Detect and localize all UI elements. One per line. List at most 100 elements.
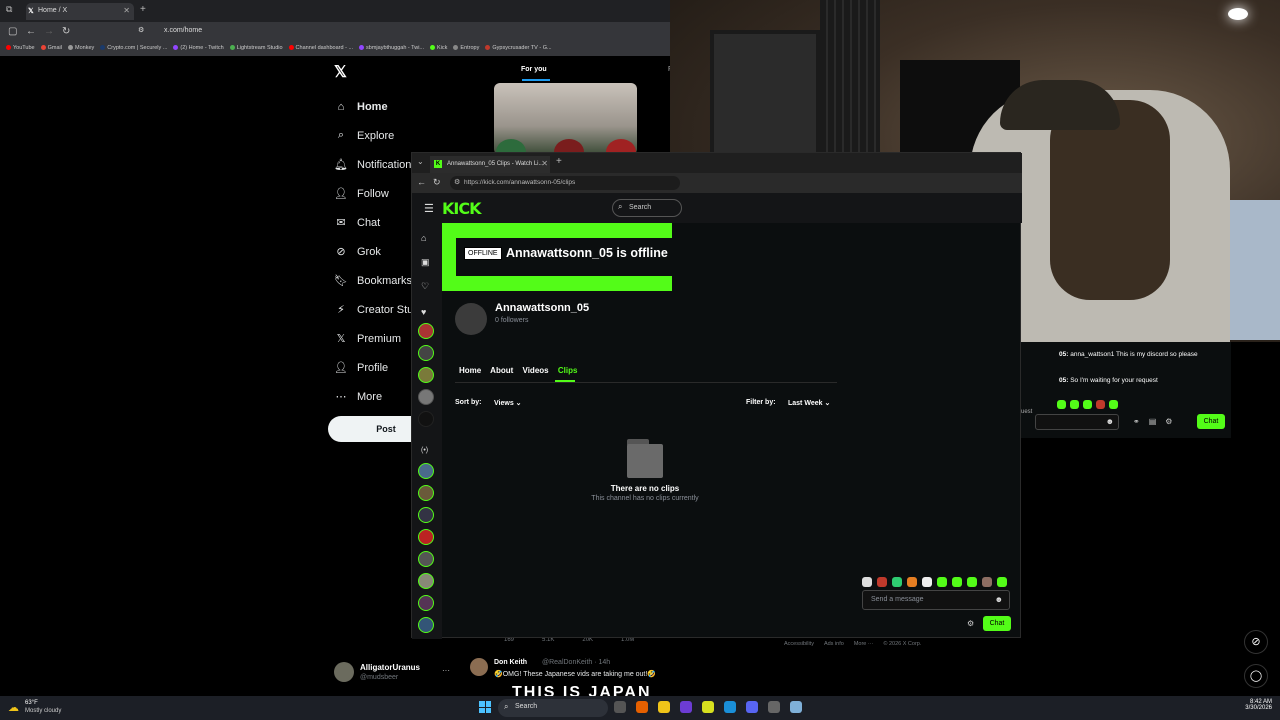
bookmark-item[interactable]: Lightstream Studio bbox=[229, 45, 283, 51]
nav-item-explore[interactable]: ⌕ Explore bbox=[334, 121, 428, 150]
weather-icon[interactable]: ☁ bbox=[8, 701, 19, 714]
nav-item-home[interactable]: ⌂ Home bbox=[334, 92, 428, 121]
browser-tab-x-home[interactable]: 𝕏 Home / X ✕ bbox=[26, 3, 134, 20]
settings-icon[interactable]: ⚙ bbox=[1165, 417, 1172, 426]
recommended-channel-avatar[interactable] bbox=[418, 507, 434, 523]
emote-icon[interactable] bbox=[982, 577, 992, 587]
chat-message-input[interactable]: Send a message ☻ bbox=[862, 590, 1010, 610]
followed-channel-avatar[interactable] bbox=[418, 411, 434, 427]
kick-address-bar[interactable]: ⚙ https://kick.com/annawattsonn-05/clips bbox=[450, 176, 680, 190]
tab-about[interactable]: About bbox=[490, 366, 513, 375]
tab-clips[interactable]: Clips bbox=[558, 366, 578, 375]
bookmark-item[interactable]: Crypto.com | Securely ... bbox=[100, 45, 167, 51]
tweet-media-image[interactable] bbox=[494, 83, 637, 155]
emote-icon[interactable] bbox=[1057, 400, 1066, 409]
site-info-icon[interactable]: ⚙ bbox=[138, 26, 144, 34]
chat-send-button[interactable]: Chat bbox=[983, 616, 1011, 631]
forward-icon[interactable]: → bbox=[44, 26, 54, 37]
bookmark-item[interactable]: Gmail bbox=[40, 45, 62, 51]
reload-icon[interactable]: ↻ bbox=[433, 177, 441, 188]
store-icon[interactable]: ▤ bbox=[1149, 417, 1157, 426]
tab-videos[interactable]: Videos bbox=[523, 366, 549, 375]
bookmark-item[interactable]: Channel dashboard - ... bbox=[288, 45, 353, 51]
x-logo-icon[interactable]: 𝕏 bbox=[334, 62, 347, 82]
close-tab-icon[interactable]: ✕ bbox=[123, 6, 130, 15]
messages-icon[interactable]: ◯ bbox=[1244, 664, 1268, 688]
emote-icon[interactable] bbox=[1109, 400, 1118, 409]
filter-select[interactable]: Last Week ⌄ bbox=[784, 396, 834, 410]
menu-icon[interactable]: ☰ bbox=[424, 202, 434, 215]
recommended-channel-avatar[interactable] bbox=[418, 595, 434, 611]
reload-icon[interactable]: ↻ bbox=[62, 26, 70, 37]
recommended-channel-avatar[interactable] bbox=[418, 463, 434, 479]
chat-message-input[interactable]: ☻ bbox=[1035, 414, 1119, 430]
tab-actions-icon[interactable]: ⧉ bbox=[6, 4, 12, 15]
emote-icon[interactable] bbox=[952, 577, 962, 587]
browse-icon[interactable]: ▣ bbox=[421, 257, 430, 268]
recommended-channel-avatar[interactable] bbox=[418, 551, 434, 567]
footer-link[interactable]: Ads info bbox=[824, 641, 844, 647]
home-icon[interactable]: ⌂ bbox=[421, 233, 426, 243]
bookmark-item[interactable]: YouTube bbox=[6, 45, 35, 51]
account-switcher[interactable]: AlligatorUranus @mudsbeer ··· bbox=[334, 662, 454, 686]
emote-icon[interactable] bbox=[862, 577, 872, 587]
site-info-icon[interactable]: ⚙ bbox=[454, 178, 460, 186]
emote-icon[interactable] bbox=[1083, 400, 1092, 409]
twitch-icon[interactable] bbox=[680, 701, 692, 713]
footer-link[interactable]: Accessibility bbox=[784, 641, 814, 647]
bookmark-item[interactable]: Kick bbox=[430, 45, 447, 51]
tab-for-you[interactable]: For you bbox=[521, 66, 547, 73]
recommended-channel-avatar[interactable] bbox=[418, 617, 434, 633]
followed-channel-avatar[interactable] bbox=[418, 367, 434, 383]
obs-icon[interactable] bbox=[768, 701, 780, 713]
tab-home[interactable]: Home bbox=[459, 366, 481, 375]
emote-icon[interactable] bbox=[877, 577, 887, 587]
back-icon[interactable]: ← bbox=[26, 26, 36, 37]
bookmark-item[interactable]: sbmjaybthuggah - Twi... bbox=[359, 45, 424, 51]
emote-icon[interactable] bbox=[907, 577, 917, 587]
discord-icon[interactable] bbox=[746, 701, 758, 713]
new-tab-icon[interactable]: + bbox=[140, 4, 146, 15]
footer-link[interactable]: © 2026 X Corp. bbox=[883, 641, 921, 647]
emote-icon[interactable] bbox=[892, 577, 902, 587]
kick-browser-tab[interactable]: K Annawattsonn_05 Clips - Watch Li... ✕ bbox=[430, 156, 550, 173]
emote-icon[interactable] bbox=[967, 577, 977, 587]
notepad-icon[interactable] bbox=[790, 701, 802, 713]
bookmark-item[interactable]: Entropy bbox=[453, 45, 479, 51]
emoji-icon[interactable]: ☻ bbox=[995, 595, 1003, 604]
emoji-icon[interactable]: ☻ bbox=[1106, 417, 1114, 426]
app-icon[interactable] bbox=[702, 701, 714, 713]
recommended-channel-avatar[interactable] bbox=[418, 573, 434, 589]
edge-icon[interactable] bbox=[724, 701, 736, 713]
firefox-icon[interactable] bbox=[636, 701, 648, 713]
following-icon[interactable]: ♡ bbox=[421, 281, 429, 292]
chat-send-button[interactable]: Chat bbox=[1197, 414, 1225, 429]
system-clock[interactable]: 8:42 AM 3/30/2026 bbox=[1236, 699, 1272, 711]
kick-logo[interactable]: KICK bbox=[442, 199, 481, 218]
tweet-card[interactable]: Don Keith @RealDonKeith · 14h 🤣OMG! Thes… bbox=[462, 654, 762, 701]
grok-icon[interactable]: ⊘ bbox=[1244, 630, 1268, 654]
bookmark-item[interactable]: Gypsycrusader TV - G... bbox=[485, 45, 552, 51]
emote-icon[interactable] bbox=[922, 577, 932, 587]
file-explorer-icon[interactable] bbox=[658, 701, 670, 713]
task-view-icon[interactable] bbox=[614, 701, 626, 713]
address-bar[interactable]: ⚙ x.com/home bbox=[138, 25, 658, 39]
bookmark-item[interactable]: Monkey bbox=[68, 45, 94, 51]
followed-channel-avatar[interactable] bbox=[418, 345, 434, 361]
more-options-icon[interactable]: ··· bbox=[442, 666, 450, 675]
bookmark-item[interactable]: (2) Home - Twitch bbox=[173, 45, 224, 51]
emote-icon[interactable] bbox=[997, 577, 1007, 587]
rewards-icon[interactable]: ⚭ bbox=[1133, 417, 1140, 426]
emote-icon[interactable] bbox=[1070, 400, 1079, 409]
footer-link[interactable]: More ··· bbox=[854, 641, 874, 647]
close-tab-icon[interactable]: ✕ bbox=[541, 159, 548, 168]
start-icon[interactable] bbox=[479, 701, 491, 713]
recommended-channel-avatar[interactable] bbox=[418, 529, 434, 545]
new-tab-icon[interactable]: + bbox=[556, 156, 562, 167]
channel-avatar[interactable] bbox=[455, 303, 487, 335]
followed-channel-avatar[interactable] bbox=[418, 323, 434, 339]
sort-select[interactable]: Views ⌄ bbox=[490, 396, 526, 410]
taskbar-search[interactable]: ⌕ Search bbox=[498, 699, 608, 717]
emote-icon[interactable] bbox=[937, 577, 947, 587]
back-icon[interactable]: ← bbox=[417, 177, 426, 187]
